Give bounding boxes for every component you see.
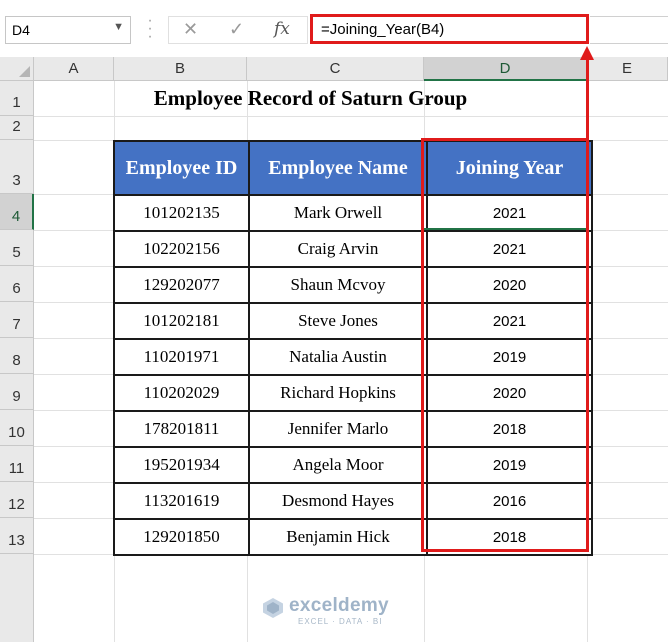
employee-id-cell[interactable]: 110202029 [113,374,250,412]
insert-function-icon[interactable]: fx [274,19,290,39]
highlight-arrow [586,60,589,140]
row-header-4[interactable]: 4 [0,194,34,230]
table-header-row: Employee ID Employee Name Joining Year [113,140,593,196]
table-row: 195201934 Angela Moor 2019 [113,446,593,484]
employee-id-cell[interactable]: 102202156 [113,230,250,268]
watermark: exceldemy EXCEL · DATA · BI [262,593,412,629]
column-header-c[interactable]: C [247,57,424,81]
select-all-corner[interactable] [0,57,34,81]
row-header-3[interactable]: 3 [0,140,34,194]
row-number: 8 [12,352,21,369]
employee-name-cell[interactable]: Jennifer Marlo [248,410,428,448]
joining-year-cell[interactable]: 2021 [426,230,593,268]
row-header-5[interactable]: 5 [0,230,34,266]
employee-name-cell[interactable]: Richard Hopkins [248,374,428,412]
employee-id-cell[interactable]: 101202181 [113,302,250,340]
table-row: 110202029 Richard Hopkins 2020 [113,374,593,412]
table-row: 110201971 Natalia Austin 2019 [113,338,593,376]
row-header-13[interactable]: 13 [0,518,34,554]
table-row: 129201850 Benjamin Hick 2018 [113,518,593,556]
table-row: 102202156 Craig Arvin 2021 [113,230,593,268]
employee-id-cell[interactable]: 129202077 [113,266,250,304]
employee-id-cell[interactable]: 113201619 [113,482,250,520]
row-number: 10 [8,424,25,441]
row-header-11[interactable]: 11 [0,446,34,482]
watermark-name: exceldemy [289,595,389,616]
employee-name-cell[interactable]: Natalia Austin [248,338,428,376]
column-header-d[interactable]: D [424,57,587,81]
employee-name-cell[interactable]: Shaun Mcvoy [248,266,428,304]
employee-id-cell[interactable]: 195201934 [113,446,250,484]
row-number: 9 [12,388,21,405]
column-header-a[interactable]: A [34,57,114,81]
employee-id-cell[interactable]: 129201850 [113,518,250,556]
joining-year-cell[interactable]: 2019 [426,446,593,484]
employee-table: Employee ID Employee Name Joining Year 1… [113,140,593,556]
employee-name-cell[interactable]: Desmond Hayes [248,482,428,520]
row-number: 12 [8,496,25,513]
table-row: 178201811 Jennifer Marlo 2018 [113,410,593,448]
row-header-12[interactable]: 12 [0,482,34,518]
formula-input[interactable]: =Joining_Year(B4) [310,14,589,44]
name-box-value: D4 [12,22,30,38]
row-header-overflow [0,554,34,642]
formula-text: =Joining_Year(B4) [321,21,445,38]
employee-name-cell[interactable]: Steve Jones [248,302,428,340]
row-number: 5 [12,244,21,261]
formula-bar-area: D4 ▼ · · · ✕ ✓ fx =Joining_Year(B4) [0,0,668,56]
watermark-tagline: EXCEL · DATA · BI [298,617,383,626]
row-number: 11 [8,460,25,477]
row-number: 3 [12,172,21,189]
table-row: 101202135 Mark Orwell 2021 [113,194,593,232]
column-header-b[interactable]: B [114,57,247,81]
joining-year-cell[interactable]: 2019 [426,338,593,376]
employee-id-cell[interactable]: 178201811 [113,410,250,448]
row-number: 4 [11,208,21,225]
header-joining-year[interactable]: Joining Year [426,140,593,196]
row-header-9[interactable]: 9 [0,374,34,410]
row-number: 13 [8,532,25,549]
gridline [34,116,668,117]
arrow-head-icon [580,46,594,60]
row-header-2[interactable]: 2 [0,116,34,140]
select-all-icon [19,66,30,77]
header-employee-id[interactable]: Employee ID [113,140,250,196]
joining-year-cell[interactable]: 2021 [426,302,593,340]
column-header-e[interactable]: E [587,57,668,81]
table-row: 101202181 Steve Jones 2021 [113,302,593,340]
header-employee-name[interactable]: Employee Name [248,140,428,196]
joining-year-cell[interactable]: 2018 [426,518,593,556]
employee-id-cell[interactable]: 101202135 [113,194,250,232]
joining-year-cell[interactable]: 2021 [426,194,593,232]
employee-name-cell[interactable]: Craig Arvin [248,230,428,268]
joining-year-cell[interactable]: 2016 [426,482,593,520]
table-row: 113201619 Desmond Hayes 2016 [113,482,593,520]
formula-buttons: ✕ ✓ fx [168,16,308,44]
sheet-title[interactable]: Employee Record of Saturn Group [34,84,587,112]
exceldemy-logo-icon [263,598,283,618]
employee-id-cell[interactable]: 110201971 [113,338,250,376]
row-header-8[interactable]: 8 [0,338,34,374]
name-box-dropdown-icon[interactable]: ▼ [113,21,124,33]
formula-bar-drag-handle-icon[interactable]: · · · [147,13,153,45]
row-number: 7 [12,316,21,333]
employee-name-cell[interactable]: Benjamin Hick [248,518,428,556]
formula-input-extension[interactable] [590,16,668,44]
row-header-7[interactable]: 7 [0,302,34,338]
employee-name-cell[interactable]: Mark Orwell [248,194,428,232]
joining-year-cell[interactable]: 2020 [426,266,593,304]
row-header-6[interactable]: 6 [0,266,34,302]
cancel-icon[interactable]: ✕ [183,19,198,40]
table-row: 129202077 Shaun Mcvoy 2020 [113,266,593,304]
row-header-10[interactable]: 10 [0,410,34,446]
row-header-1[interactable]: 1 [0,81,34,116]
employee-name-cell[interactable]: Angela Moor [248,446,428,484]
row-number: 2 [12,118,21,135]
row-number: 1 [12,94,21,111]
joining-year-cell[interactable]: 2020 [426,374,593,412]
name-box[interactable]: D4 ▼ [5,16,131,44]
row-number: 6 [12,280,21,297]
joining-year-cell[interactable]: 2018 [426,410,593,448]
enter-check-icon[interactable]: ✓ [229,19,244,40]
